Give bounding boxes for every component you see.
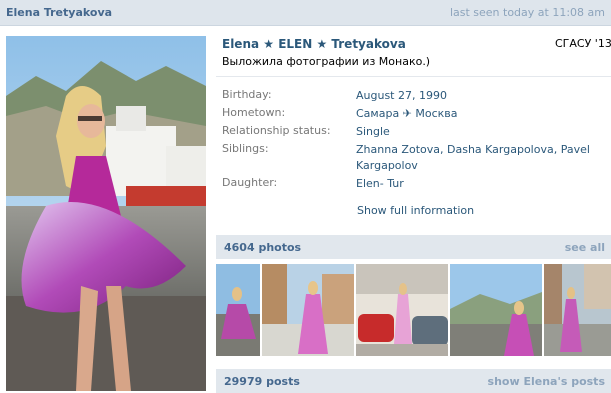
photos-strip [216,264,611,356]
siblings-value: Zhanna Zotova, Dasha Kargapolova, Pavel … [356,142,596,174]
posts-count-title[interactable]: 29979 posts [224,375,300,388]
sibling-separator: , [553,143,561,156]
info-row-siblings: Siblings: Zhanna Zotova, Dasha Kargapolo… [222,142,611,176]
hometown-value[interactable]: Самара ✈ Москва [356,106,596,122]
photos-see-all-link[interactable]: see all [565,241,605,254]
birthday-label: Birthday: [222,88,272,101]
photo-thumbnail[interactable] [356,264,448,356]
avatar-photo-image [6,36,206,391]
siblings-label: Siblings: [222,142,269,155]
info-row-relationship: Relationship status: Single [222,124,611,142]
profile-status-text: Выложила фотографии из Монако.) [222,55,431,68]
relationship-value[interactable]: Single [356,124,596,140]
daughter-value[interactable]: Elen- Tur [356,176,596,192]
photo-thumbnail-image [356,264,448,356]
sibling-link[interactable]: Zhanna Zotova [356,143,440,156]
sibling-separator: , [440,143,447,156]
photos-section-header[interactable]: 4604 photos see all [216,235,611,259]
photo-thumbnail-image [262,264,354,356]
info-row-daughter: Daughter: Elen- Tur [222,176,611,194]
sibling-link[interactable]: Dasha Kargapolova [447,143,554,156]
daughter-label: Daughter: [222,176,278,189]
photo-thumbnail-image [544,264,611,356]
photos-count-title[interactable]: 4604 photos [224,241,301,254]
profile-header-name[interactable]: Elena Tretyakova [6,6,112,19]
info-row-hometown: Hometown: Самара ✈ Москва [222,106,611,124]
photo-thumbnail-image [216,264,260,356]
profile-avatar-photo[interactable] [6,36,206,391]
profile-header-bar: Elena Tretyakova last seen today at 11:0… [0,0,611,26]
relationship-label: Relationship status: [222,124,331,137]
header-divider [216,76,611,77]
university-label[interactable]: СГАСУ '13 [555,37,611,50]
profile-info-table: Birthday: August 27, 1990 Hometown: Сама… [222,88,611,194]
photo-thumbnail[interactable] [216,264,260,356]
photo-thumbnail-image [450,264,542,356]
photo-thumbnail[interactable] [544,264,611,356]
profile-full-name: Elena ★ ELEN ★ Tretyakova [222,37,406,51]
show-posts-link[interactable]: show Elena's posts [488,375,605,388]
birthday-value[interactable]: August 27, 1990 [356,88,596,104]
show-full-information-link[interactable]: Show full information [357,204,474,217]
info-row-birthday: Birthday: August 27, 1990 [222,88,611,106]
photo-thumbnail[interactable] [262,264,354,356]
hometown-label: Hometown: [222,106,286,119]
posts-section-header[interactable]: 29979 posts show Elena's posts [216,369,611,393]
photo-thumbnail[interactable] [450,264,542,356]
last-seen-status: last seen today at 11:08 am [449,6,605,19]
